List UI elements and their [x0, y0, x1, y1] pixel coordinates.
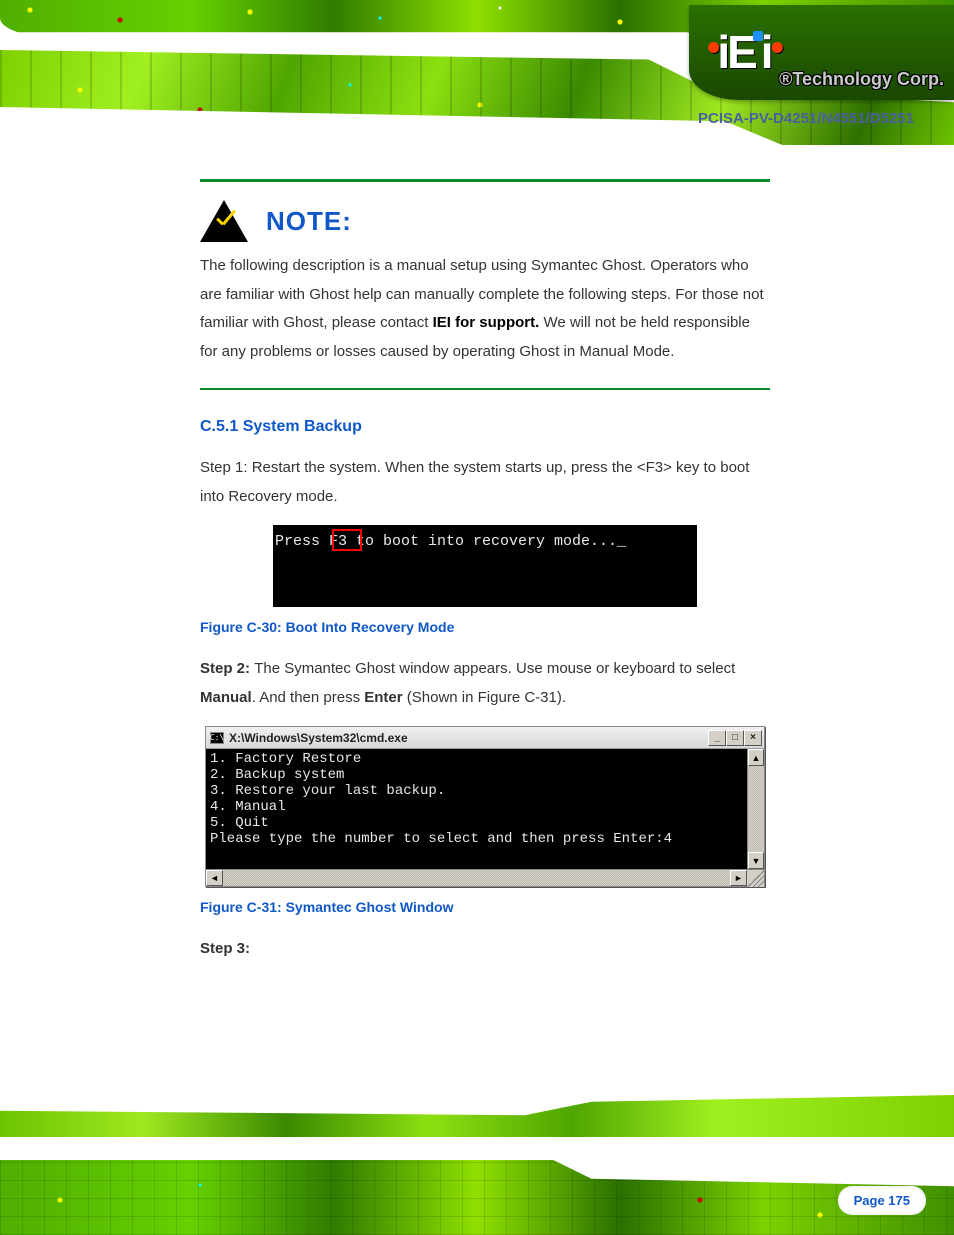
figure-1-caption: Figure C-30: Boot Into Recovery Mode: [200, 619, 454, 635]
scroll-up-icon[interactable]: ▲: [748, 749, 764, 766]
divider-top: [200, 179, 770, 182]
maximize-button[interactable]: □: [726, 730, 744, 746]
cmd-titlebar: C:\ X:\Windows\System32\cmd.exe _ □ ×: [206, 727, 764, 749]
minimize-button[interactable]: _: [708, 730, 726, 746]
step-2-mid: . And then press: [252, 689, 365, 706]
step-3: Step 3:: [200, 935, 770, 964]
figure-recovery-terminal: Press F3 to boot into recovery mode..._: [273, 525, 697, 607]
section-heading: C.5.1 System Backup: [200, 418, 770, 436]
cmd-body: 1. Factory Restore 2. Backup system 3. R…: [206, 749, 747, 869]
cmd-window: C:\ X:\Windows\System32\cmd.exe _ □ × 1.…: [205, 726, 765, 887]
figure-2-caption: Figure C-31: Symantec Ghost Window: [200, 899, 453, 915]
vertical-scrollbar[interactable]: ▲ ▼: [747, 749, 764, 869]
scroll-right-icon[interactable]: ►: [730, 870, 747, 886]
step-1-text: Step 1: Restart the system. When the sys…: [200, 459, 749, 505]
cmd-icon: C:\: [210, 732, 224, 744]
product-title: PCISA-PV-D4251/N4551/D5251: [698, 110, 914, 127]
note-label: NOTE:: [266, 206, 352, 237]
figure-1-text: Press F3 to boot into recovery mode..._: [275, 533, 626, 550]
close-button[interactable]: ×: [744, 730, 762, 746]
step-2-tail: (Shown in Figure C-31).: [403, 689, 566, 706]
figure-1-container: Press F3 to boot into recovery mode..._ …: [200, 525, 770, 635]
scroll-down-icon[interactable]: ▼: [748, 852, 764, 869]
footer-decorative-band: [0, 1090, 954, 1235]
step-2-body: The Symantec Ghost window appears. Use m…: [254, 660, 735, 677]
header-decorative-band: •iEi• ®Technology Corp.: [0, 0, 954, 150]
page-number: Page 175: [838, 1186, 926, 1215]
step-2-bold2: Enter: [364, 689, 402, 706]
step-2: Step 2: The Symantec Ghost window appear…: [200, 655, 770, 712]
brand-company: ®Technology Corp.: [779, 69, 944, 90]
cmd-title: X:\Windows\System32\cmd.exe: [229, 731, 708, 745]
step-2-label: Step 2:: [200, 660, 254, 677]
brand-logo-text: •iEi•: [707, 31, 781, 73]
scroll-left-icon[interactable]: ◄: [206, 870, 223, 886]
note-body-bold: IEI for support.: [433, 314, 540, 331]
step-2-bold1: Manual: [200, 689, 252, 706]
step-1: Step 1: Restart the system. When the sys…: [200, 454, 770, 511]
resize-grip-icon[interactable]: [747, 870, 764, 887]
note-header: NOTE:: [200, 200, 770, 242]
note-body: The following description is a manual se…: [200, 252, 770, 366]
page-content: NOTE: The following description is a man…: [200, 175, 770, 974]
brand-logo-block: •iEi• ®Technology Corp.: [689, 5, 954, 100]
step-3-label: Step 3:: [200, 940, 250, 957]
horizontal-scrollbar[interactable]: ◄ ►: [206, 869, 764, 886]
note-check-icon: [200, 200, 248, 242]
figure-2-container: C:\ X:\Windows\System32\cmd.exe _ □ × 1.…: [200, 726, 770, 915]
divider-bottom: [200, 388, 770, 390]
cmd-window-buttons: _ □ ×: [708, 730, 762, 746]
